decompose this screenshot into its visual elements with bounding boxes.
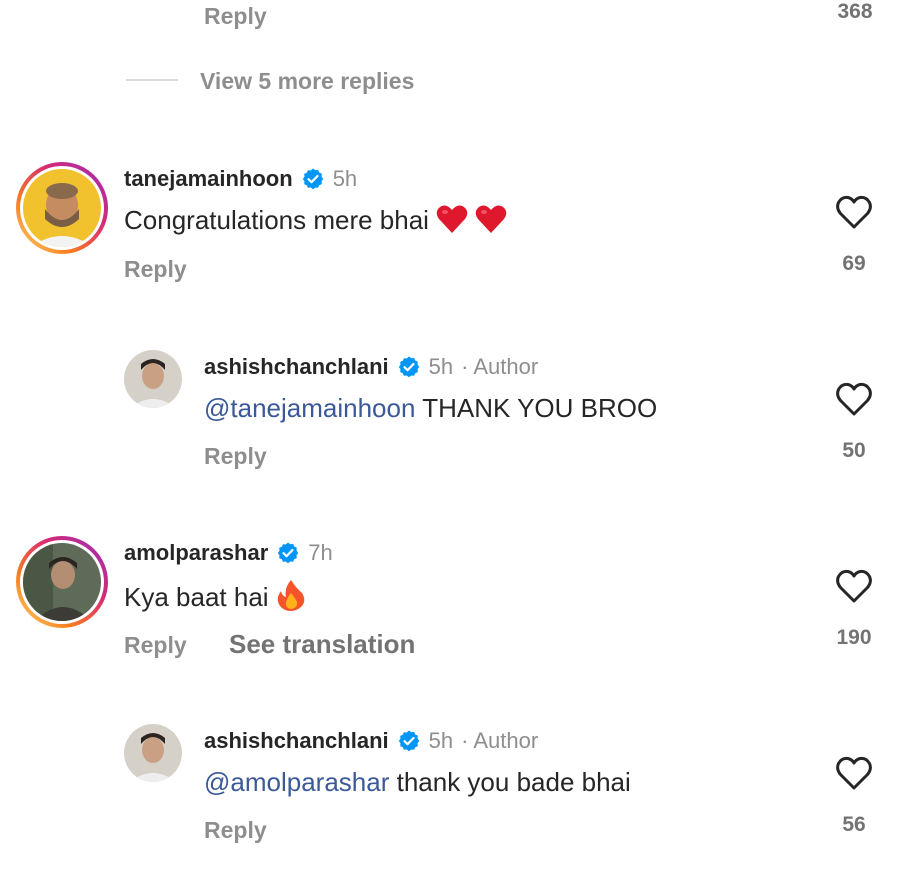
- heart-outline-icon[interactable]: [834, 379, 874, 419]
- verified-badge-icon: [302, 168, 323, 190]
- verified-badge-icon: [278, 542, 299, 564]
- avatar[interactable]: [124, 350, 182, 408]
- timestamp: 5h: [428, 354, 454, 379]
- like-count: 50: [842, 439, 866, 462]
- red-heart-emoji: [436, 205, 468, 233]
- like-count: 56: [842, 813, 866, 836]
- comment-text: Kya baat hai: [124, 579, 306, 613]
- reply-button[interactable]: Reply: [204, 443, 267, 470]
- view-more-replies-button[interactable]: View 5 more replies: [200, 68, 414, 95]
- like-count: 368: [837, 0, 873, 23]
- comment-text: Congratulations mere bhai: [124, 204, 507, 236]
- red-heart-emoji: [476, 205, 507, 233]
- avatar[interactable]: [124, 724, 182, 782]
- like-count: 190: [836, 626, 872, 649]
- avatar-image: [23, 169, 101, 247]
- timestamp: 5h: [332, 166, 358, 191]
- timestamp: 5h: [428, 728, 454, 753]
- username[interactable]: ashishchanchlani: [204, 728, 389, 754]
- reply-button[interactable]: Reply: [204, 817, 267, 844]
- heart-outline-icon[interactable]: [834, 566, 874, 606]
- username[interactable]: amolparashar: [124, 540, 268, 566]
- username[interactable]: ashishchanchlani: [204, 354, 389, 380]
- avatar[interactable]: [16, 536, 108, 628]
- reply-button[interactable]: Reply: [124, 256, 187, 283]
- fire-emoji: [277, 580, 305, 611]
- see-translation-button[interactable]: See translation: [229, 629, 415, 660]
- avatar[interactable]: [16, 162, 108, 254]
- mention-link[interactable]: @amolparashar: [204, 767, 389, 797]
- mention-link[interactable]: @tanejamainhoon: [204, 393, 415, 423]
- like-count: 69: [842, 252, 866, 275]
- verified-badge-icon: [398, 730, 419, 752]
- reply-button[interactable]: Reply: [124, 632, 187, 659]
- author-tag: · Author: [461, 354, 539, 379]
- verified-badge-icon: [398, 356, 419, 378]
- avatar-image: [23, 543, 101, 621]
- username[interactable]: tanejamainhoon: [124, 166, 293, 192]
- heart-outline-icon[interactable]: [834, 753, 874, 793]
- author-tag: · Author: [461, 728, 539, 753]
- timestamp: 7h: [308, 540, 333, 565]
- comment-text: @tanejamainhoon THANK YOU BROO: [204, 393, 658, 423]
- heart-outline-icon[interactable]: [834, 192, 874, 232]
- comment-text: @amolparashar thank you bade bhai: [204, 767, 631, 797]
- replies-divider: [126, 79, 178, 81]
- reply-button[interactable]: Reply: [204, 3, 267, 30]
